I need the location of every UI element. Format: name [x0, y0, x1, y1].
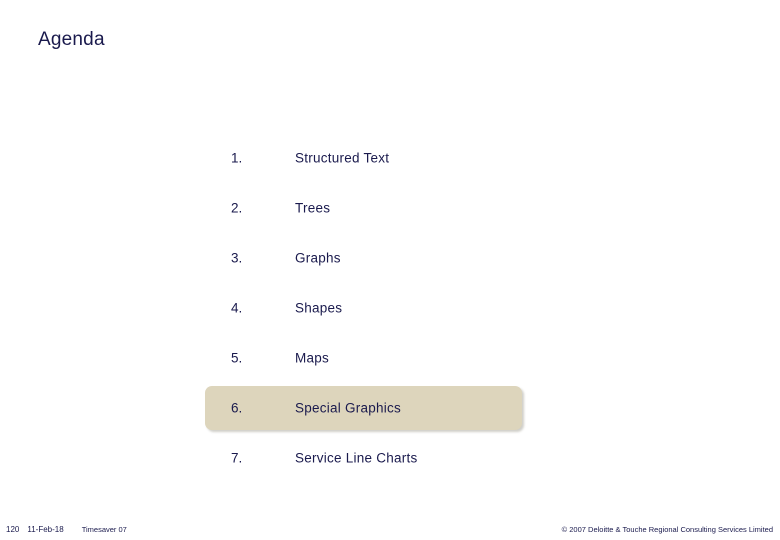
agenda-item-number: 7. [231, 450, 243, 466]
agenda-item-label: Graphs [295, 250, 341, 266]
agenda-item-number: 5. [231, 350, 243, 366]
slide-footer: 120 11-Feb-18 Timesaver 07 © 2007 Deloit… [0, 512, 780, 540]
agenda-item-label: Special Graphics [295, 400, 402, 416]
slide: Agenda 1. Structured Text 2. Trees 3. Graphs 4… [0, 0, 780, 540]
agenda-item[interactable]: 2. Trees [205, 183, 545, 233]
agenda-item-number: 4. [231, 300, 243, 316]
agenda-item-label: Structured Text [295, 150, 390, 166]
agenda-item-label: Service Line Charts [295, 450, 418, 466]
agenda-item-label: Shapes [295, 300, 343, 316]
agenda-list: 1. Structured Text 2. Trees 3. Graphs 4. Shapes… [205, 133, 545, 483]
footer-page-number: 120 [6, 525, 20, 534]
agenda-item-number: 2. [231, 200, 243, 216]
footer-left-group: 120 11-Feb-18 Timesaver 07 [6, 525, 127, 534]
agenda-item[interactable]: 5. Maps [205, 333, 545, 383]
footer-deck-name: Timesaver 07 [81, 525, 127, 534]
footer-copyright: © 2007 Deloitte & Touche Regional Consul… [561, 525, 773, 534]
agenda-item-highlighted[interactable]: 6. Special Graphics [205, 386, 522, 430]
agenda-item-number: 3. [231, 250, 243, 266]
agenda-item[interactable]: 4. Shapes [205, 283, 545, 333]
page-title: Agenda [38, 29, 105, 50]
footer-date: 11-Feb-18 [27, 525, 64, 534]
agenda-item-number: 6. [231, 400, 243, 416]
agenda-item-label: Trees [295, 200, 331, 216]
agenda-item[interactable]: 7. Service Line Charts [205, 433, 545, 483]
agenda-item[interactable]: 3. Graphs [205, 233, 545, 283]
agenda-item[interactable]: 1. Structured Text [205, 133, 545, 183]
agenda-item-label: Maps [295, 350, 330, 366]
agenda-item-number: 1. [231, 150, 243, 166]
